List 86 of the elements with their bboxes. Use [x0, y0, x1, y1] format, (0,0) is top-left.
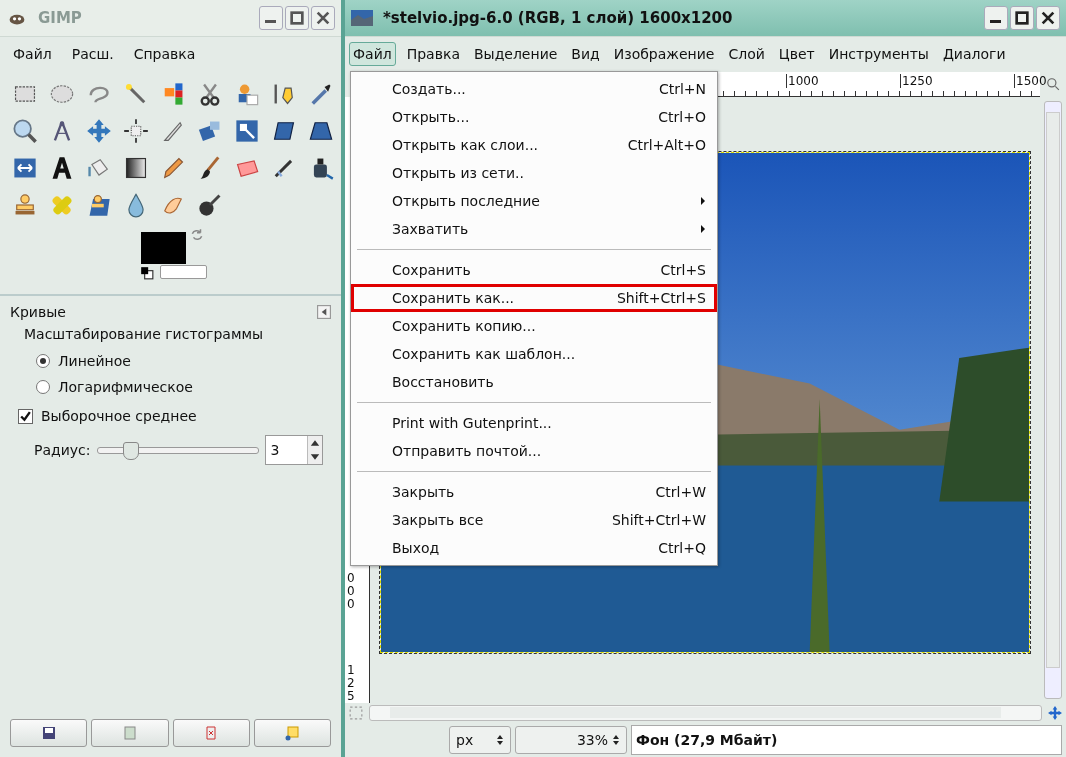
- radio-label: Логарифмическое: [58, 379, 193, 395]
- menu-item[interactable]: Выход Ctrl+Q: [351, 534, 717, 562]
- panel-title: Кривые: [10, 304, 66, 320]
- floppy-disk-button[interactable]: [10, 719, 88, 747]
- menu-item[interactable]: Сохранить копию...: [351, 312, 717, 340]
- menu-item[interactable]: Инструменты: [825, 43, 932, 65]
- slider-label: Радиус:: [34, 442, 91, 458]
- background-color-swatch[interactable]: [160, 265, 207, 279]
- panel-menu-icon[interactable]: [317, 305, 331, 319]
- menu-item[interactable]: Цвет: [775, 43, 818, 65]
- zoom-icon[interactable]: [12, 118, 38, 144]
- menu-item[interactable]: Восстановить: [351, 368, 717, 396]
- move-arrows-icon[interactable]: [1048, 706, 1062, 720]
- ruler-label: 1250: [900, 73, 933, 88]
- window-title: *stelvio.jpg-6.0 (RGB, 1 слой) 1600x1200: [383, 9, 734, 27]
- gradient-icon[interactable]: [123, 155, 149, 181]
- menu-item[interactable]: Слой: [725, 43, 768, 65]
- checkbox-label: Выборочное среднее: [41, 408, 197, 424]
- minimize-icon: [990, 20, 1001, 23]
- delete-button[interactable]: [172, 719, 250, 747]
- scale-icon[interactable]: [234, 118, 260, 144]
- radio-button[interactable]: [36, 380, 50, 394]
- menu-item[interactable]: Закрыть все Shift+Ctrl+W: [351, 506, 717, 534]
- ruler-label: 1500: [1014, 73, 1047, 88]
- close-button[interactable]: [1036, 6, 1060, 30]
- move-icon[interactable]: [86, 118, 112, 144]
- zoom-navigation-icon[interactable]: [1046, 77, 1060, 91]
- up-down-arrows-icon: [496, 734, 504, 746]
- ruler-label: 1000: [786, 73, 819, 88]
- minimize-button[interactable]: [259, 6, 283, 30]
- maximize-icon: [289, 10, 305, 26]
- dodge-burn-icon[interactable]: [197, 192, 223, 218]
- landscape-thumbnail-icon: [351, 9, 373, 27]
- foreground-color-swatch[interactable]: [141, 232, 186, 264]
- unit-dropdown[interactable]: px: [449, 726, 511, 754]
- crop-icon[interactable]: [123, 118, 149, 144]
- ruler-label: 125: [347, 664, 356, 704]
- horizontal-scrollbar[interactable]: [369, 705, 1042, 721]
- maximize-button[interactable]: [1010, 6, 1034, 30]
- menu-item[interactable]: Создать... Ctrl+N: [351, 75, 717, 103]
- maximize-button[interactable]: [285, 6, 309, 30]
- menu-item[interactable]: Расш.: [68, 43, 117, 65]
- zoom-dropdown[interactable]: 33%: [515, 726, 627, 754]
- menu-item[interactable]: Правка: [403, 43, 463, 65]
- menu-item[interactable]: Сохранить как... Shift+Ctrl+S: [351, 284, 717, 312]
- menu-item[interactable]: Справка: [130, 43, 199, 65]
- menu-item[interactable]: Закрыть Ctrl+W: [351, 478, 717, 506]
- minimize-icon: [265, 20, 276, 23]
- close-button[interactable]: [311, 6, 335, 30]
- group-label: Масштабирование гистограммы: [23, 326, 265, 342]
- menu-item[interactable]: Выделение: [470, 43, 561, 65]
- menu-item[interactable]: Сохранить Ctrl+S: [351, 256, 717, 284]
- slider-handle[interactable]: [122, 441, 139, 460]
- restore-icon: [284, 725, 301, 741]
- radio-button[interactable]: [36, 354, 50, 368]
- spin-field[interactable]: 3: [264, 435, 323, 465]
- submenu-arrow-icon: [700, 224, 706, 234]
- menu-item[interactable]: Диалоги: [939, 43, 1009, 65]
- close-icon: [315, 10, 331, 26]
- submenu-arrow-icon: [700, 196, 706, 206]
- ruler-label: 000: [347, 572, 356, 612]
- radio-label: Линейное: [58, 353, 131, 369]
- menu-item[interactable]: Открыть... Ctrl+O: [351, 103, 717, 131]
- window-title: GIMP: [38, 9, 83, 27]
- menu-item[interactable]: Сохранить как шаблон...: [351, 340, 717, 368]
- menu-item[interactable]: Захватить: [351, 215, 717, 243]
- menu-item[interactable]: Отправить почтой...: [351, 437, 717, 465]
- menu-item[interactable]: Открыть как слои... Ctrl+Alt+O: [351, 131, 717, 159]
- menu-item[interactable]: Открыть последние: [351, 187, 717, 215]
- vertical-scrollbar[interactable]: [1044, 101, 1062, 699]
- swap-arrows-icon[interactable]: [190, 228, 204, 242]
- menu-item[interactable]: Вид: [568, 43, 603, 65]
- default-colors-icon[interactable]: [140, 266, 154, 280]
- close-icon: [1040, 10, 1056, 26]
- minimize-button[interactable]: [984, 6, 1008, 30]
- up-down-arrows-icon: [612, 734, 620, 746]
- menu-item[interactable]: Изображение: [610, 43, 718, 65]
- document-icon: [121, 725, 138, 741]
- menu-item[interactable]: Print with Gutenprint...: [351, 409, 717, 437]
- checkbox[interactable]: [18, 408, 33, 424]
- menu-item[interactable]: Файл: [349, 42, 396, 66]
- menu-item[interactable]: Открыть из сети..: [351, 159, 717, 187]
- maximize-icon: [1014, 10, 1030, 26]
- status-text: Фон (27,9 Мбайт): [631, 725, 1062, 755]
- restore-button[interactable]: [253, 719, 331, 747]
- menu-item[interactable]: Файл: [10, 43, 55, 65]
